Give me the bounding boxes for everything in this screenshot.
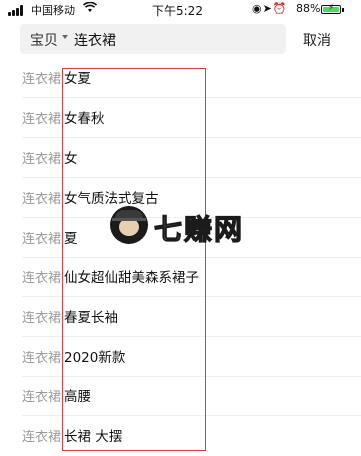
search-input[interactable]: 宝贝 连衣裙 [20,24,286,54]
alarm-icon: ⏰ [272,2,288,15]
battery-charging-icon: ⚡ [321,3,341,14]
watermark-avatar-icon [110,206,148,244]
signal-icon [8,5,28,16]
status-bar: 中国移动 下午5:22 ◉➤⏰ 88% ⚡ [0,0,361,20]
search-query-text[interactable]: 连衣裙 [74,30,116,50]
search-scope-selector[interactable]: 宝贝 [30,30,58,50]
watermark-text: 七赚网 [153,212,245,246]
clock: 下午5:22 [152,4,203,18]
chevron-down-icon[interactable] [62,35,68,39]
wifi-icon [82,1,98,16]
watermark: 七赚网 [110,206,250,247]
location-icon: ➤ [262,2,273,15]
cancel-button[interactable]: 取消 [303,30,331,50]
battery-percent: 88% [296,2,321,15]
highlight-box [62,68,206,451]
lock-rotation-icon: ◉ [252,2,263,15]
carrier-name: 中国移动 [31,4,75,17]
